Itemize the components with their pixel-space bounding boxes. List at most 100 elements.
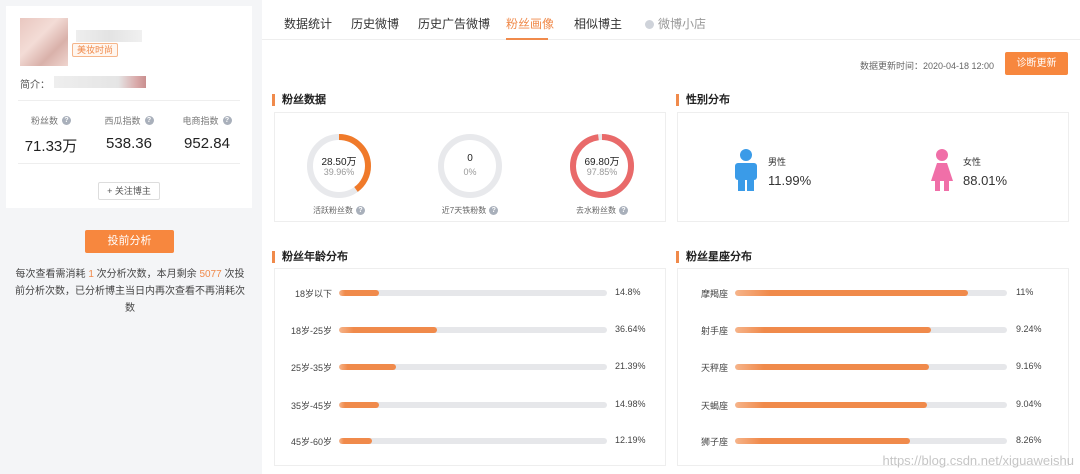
bar-track bbox=[735, 402, 1007, 408]
bar-track bbox=[735, 327, 1007, 333]
help-icon[interactable]: ? bbox=[62, 116, 71, 125]
tab-weibo-shop[interactable]: 微博小店 bbox=[645, 15, 706, 32]
bar-percent: 21.39% bbox=[615, 361, 646, 371]
donut-value: 0 bbox=[467, 153, 473, 164]
bar-percent: 9.04% bbox=[1016, 399, 1042, 409]
bar-label: 45岁-60岁 bbox=[290, 437, 332, 447]
donut-real-fans: 69.80万 97.85% 去水粉丝数? bbox=[569, 133, 635, 215]
help-icon[interactable]: ? bbox=[144, 116, 154, 125]
bar-fill bbox=[735, 364, 930, 370]
bar-percent: 36.64% bbox=[615, 324, 646, 334]
bar-track bbox=[735, 290, 1007, 296]
bar-fill bbox=[339, 290, 379, 296]
analysis-notice: 每次查看需消耗 1 次分析次数，本月剩余 5077 次投前分析次数，已分析博主当… bbox=[15, 269, 245, 314]
bar-fill bbox=[735, 327, 932, 333]
blogger-name-blurred bbox=[76, 30, 142, 42]
bar-row: 射手座 9.24% bbox=[678, 324, 1068, 336]
help-icon[interactable]: ? bbox=[222, 116, 232, 125]
gender-panel: 男性 11.99% 女性 88.01% bbox=[677, 112, 1069, 222]
divider bbox=[18, 163, 240, 164]
bar-fill bbox=[339, 327, 438, 333]
bar-label: 18岁以下 bbox=[294, 289, 332, 299]
bar-label: 35岁-45岁 bbox=[290, 401, 332, 411]
bar-label: 天秤座 bbox=[700, 363, 728, 373]
bar-fill bbox=[735, 402, 927, 408]
stat-ecommerce-index: 电商指数? 952.84 bbox=[172, 114, 242, 152]
donut-value: 69.80万 bbox=[584, 157, 620, 168]
male-label: 男性 bbox=[768, 157, 787, 167]
stat-label: 电商指数 bbox=[182, 116, 219, 126]
category-tag: 美妆时尚 bbox=[72, 43, 119, 57]
tab-fans-profile[interactable]: 粉丝画像 bbox=[506, 15, 554, 32]
bar-percent: 8.26% bbox=[1016, 435, 1042, 445]
bar-percent: 9.24% bbox=[1016, 324, 1042, 334]
shop-icon bbox=[645, 20, 654, 29]
bar-label: 摩羯座 bbox=[700, 289, 728, 299]
female-icon bbox=[931, 149, 953, 191]
stat-fans: 粉丝数? 71.33万 bbox=[16, 114, 86, 156]
update-time: 数据更新时间：2020-04-18 12:00 bbox=[859, 61, 994, 71]
bar-fill bbox=[735, 290, 969, 296]
bar-track bbox=[339, 438, 607, 444]
follow-button[interactable]: + 关注博主 bbox=[98, 182, 160, 200]
bar-row: 摩羯座 11% bbox=[678, 287, 1068, 299]
avatar[interactable] bbox=[20, 18, 68, 66]
bar-track bbox=[339, 402, 607, 408]
bar-fill bbox=[339, 364, 397, 370]
section-title-fans-data: 粉丝数据 bbox=[272, 94, 326, 106]
stat-value: 538.36 bbox=[106, 135, 152, 152]
bar-track bbox=[339, 327, 607, 333]
donut-percent: 39.96% bbox=[323, 167, 355, 177]
bar-row: 35岁-45岁 14.98% bbox=[275, 399, 665, 411]
bar-track bbox=[339, 290, 607, 296]
profile-card: 美妆时尚 简介： 粉丝数? 71.33万 西瓜指数? 538.36 电商指数? … bbox=[6, 6, 252, 208]
bar-percent: 14.98% bbox=[615, 399, 646, 409]
bar-label: 18岁-25岁 bbox=[290, 326, 332, 336]
tab-history-weibo[interactable]: 历史微博 bbox=[351, 15, 399, 32]
stat-xigua-index: 西瓜指数? 538.36 bbox=[94, 114, 164, 152]
donut-value: 28.50万 bbox=[321, 157, 357, 168]
tab-data-stats[interactable]: 数据统计 bbox=[284, 15, 332, 32]
help-icon[interactable]: ? bbox=[489, 206, 499, 215]
bar-row: 25岁-35岁 21.39% bbox=[275, 361, 665, 373]
zodiac-distribution-panel: 摩羯座 11% 射手座 9.24% 天秤座 9.16% 天蝎座 9.04% 狮子座 8.26% bbox=[677, 268, 1069, 466]
tab-bar: 数据统计 历史微博 历史广告微博 粉丝画像 相似博主 微博小店 bbox=[262, 0, 1080, 40]
bar-percent: 11% bbox=[1016, 287, 1034, 297]
section-title-age: 粉丝年龄分布 bbox=[272, 251, 348, 263]
tab-history-ad-weibo[interactable]: 历史广告微博 bbox=[418, 15, 490, 32]
donut-label: 活跃粉丝数? bbox=[279, 205, 399, 216]
bar-percent: 9.16% bbox=[1016, 361, 1042, 371]
age-distribution-panel: 18岁以下 14.8% 18岁-25岁 36.64% 25岁-35岁 21.39% 35岁-… bbox=[274, 268, 666, 466]
donut-label: 近7天铁粉数? bbox=[410, 205, 530, 216]
bar-track bbox=[735, 364, 1007, 370]
stat-value: 71.33万 bbox=[24, 138, 78, 155]
bar-label: 天蝎座 bbox=[700, 401, 728, 411]
diagnose-update-button[interactable]: 诊断更新 bbox=[1005, 52, 1068, 75]
watermark: https://blog.csdn.net/xiguaweishu bbox=[882, 453, 1074, 468]
female-percent: 88.01% bbox=[963, 173, 1008, 188]
bar-fill bbox=[735, 438, 911, 444]
fans-data-panel: 28.50万 39.96% 活跃粉丝数? 0 0% 近7天铁粉数? 69.80万… bbox=[274, 112, 666, 222]
remaining-count: 5077 bbox=[199, 269, 222, 280]
intro-text-blurred bbox=[54, 76, 146, 88]
bar-row: 天秤座 9.16% bbox=[678, 361, 1068, 373]
donut-chart bbox=[438, 134, 502, 198]
bar-label: 25岁-35岁 bbox=[290, 363, 332, 373]
bar-row: 18岁以下 14.8% bbox=[275, 287, 665, 299]
bar-fill bbox=[339, 438, 372, 444]
stat-label: 西瓜指数 bbox=[104, 116, 141, 126]
bar-row: 天蝎座 9.04% bbox=[678, 399, 1068, 411]
intro-label: 简介： bbox=[20, 80, 50, 91]
bar-percent: 12.19% bbox=[615, 435, 646, 445]
bar-label: 狮子座 bbox=[700, 437, 728, 447]
bar-track bbox=[735, 438, 1007, 444]
help-icon[interactable]: ? bbox=[356, 206, 365, 215]
donut-iron-fans-7d: 0 0% 近7天铁粉数? bbox=[437, 133, 503, 215]
help-icon[interactable]: ? bbox=[619, 206, 628, 215]
section-title-zodiac: 粉丝星座分布 bbox=[676, 251, 752, 263]
main-panel: 数据统计 历史微博 历史广告微博 粉丝画像 相似博主 微博小店 数据更新时间：2… bbox=[262, 0, 1080, 474]
tab-similar-bloggers[interactable]: 相似博主 bbox=[574, 15, 622, 32]
donut-label: 去水粉丝数? bbox=[542, 205, 662, 216]
pre-analysis-button[interactable]: 投前分析 bbox=[85, 230, 174, 253]
section-title-gender: 性别分布 bbox=[676, 94, 730, 106]
